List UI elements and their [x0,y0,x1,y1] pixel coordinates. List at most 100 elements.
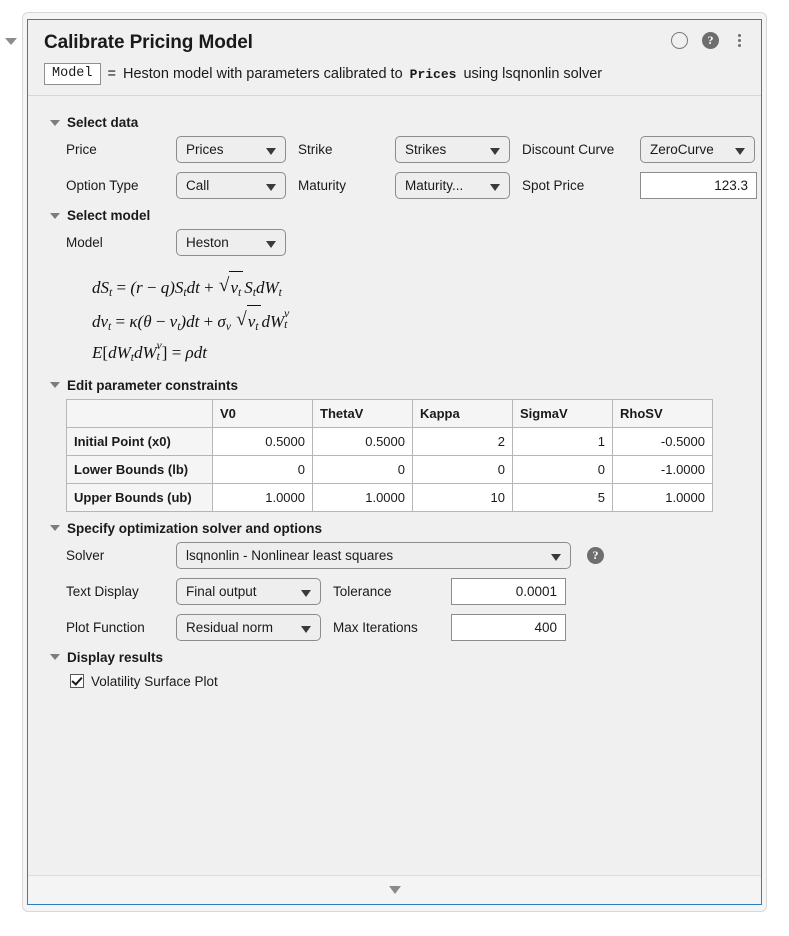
max-iterations-input[interactable]: 400 [451,613,566,641]
model-dropdown[interactable]: Heston [176,229,286,256]
help-icon[interactable]: ? [702,32,719,49]
eq1-sqrt-vsub: t [238,286,242,300]
cell-ub-kappa[interactable]: 10 [412,482,513,512]
volatility-surface-plot-checkbox-row[interactable]: Volatility Surface Plot [70,674,745,689]
tolerance-label: Tolerance [333,583,392,599]
eq1-d: d [92,278,101,297]
eq2-sigmasub: v [225,319,231,333]
eq1-q: q [160,278,170,297]
text-display-label: Text Display [66,583,139,599]
eq2-dWsub: t [284,318,288,332]
form-row-price: Price Prices Strike Strikes Discount Cur… [66,136,755,163]
column-header-rhosv: RhoSV [612,398,713,428]
eq2-sigma: σ [217,311,226,331]
output-variable-box[interactable]: Model [44,63,101,85]
summary-text-before: Heston model with parameters calibrated … [122,66,403,82]
panel-collapse-arrow[interactable] [5,38,19,52]
eq2-dW: dW [261,311,285,331]
solver-help-icon[interactable]: ? [587,546,604,564]
eq1-minus: − [146,278,157,297]
cell-ub-v0[interactable]: 1.0000 [212,482,313,512]
option-type-dropdown[interactable]: Call [176,172,286,199]
section-content-select-model: Model Heston dSt = (r − q)Stdt + vtStdWt [44,229,745,369]
circle-outline-icon[interactable] [671,32,688,49]
section-select-data: Select data Price Prices Strike Strikes … [44,115,757,199]
cell-ub-thetav[interactable]: 1.0000 [312,482,413,512]
calibrate-pricing-model-panel: Calibrate Pricing Model ? Model = Heston… [27,19,762,905]
cell-lb-v0[interactable]: 0 [212,454,313,484]
column-header-v0: V0 [212,398,313,428]
cell-lb-sigmav[interactable]: 0 [512,454,613,484]
eq3-rho: ρ [185,343,194,363]
table-header-row: V0 ThetaV Kappa SigmaV RhoSV [66,398,713,428]
section-solver-options: Specify optimization solver and options … [44,521,745,641]
eq3-equals: = [171,343,182,363]
eq1-sqrt-v: v [230,278,238,297]
row-header-initial-point: Initial Point (x0) [66,426,213,456]
form-row-model: Model Heston [66,229,745,256]
eq1-dW: dW [255,278,279,297]
plot-function-label: Plot Function [66,619,145,635]
eq1-plus: + [204,278,214,297]
panel-expand-footer[interactable] [28,875,761,904]
section-header-select-data[interactable]: Select data [50,115,745,130]
summary-text-after: using lsqnonlin solver [463,66,603,82]
section-header-display-results[interactable]: Display results [50,650,745,665]
panel-header: Calibrate Pricing Model ? Model = Heston… [28,20,761,96]
section-header-solver-options[interactable]: Specify optimization solver and options [50,521,745,536]
checkbox-icon[interactable] [70,674,84,689]
chevron-down-icon [5,38,17,45]
cell-x0-kappa[interactable]: 2 [412,426,513,456]
eq2-minus: − [155,311,166,331]
cell-lb-thetav[interactable]: 0 [312,454,413,484]
eq3-dt: dt [193,343,207,363]
column-header-thetav: ThetaV [312,398,413,428]
summary-mono-term: Prices [409,66,457,82]
kebab-menu-icon[interactable] [733,32,745,49]
cell-x0-rhosv[interactable]: -0.5000 [612,426,713,456]
parameter-constraints-table: V0 ThetaV Kappa SigmaV RhoSV Initial Poi… [66,398,713,512]
section-header-select-model[interactable]: Select model [50,208,745,223]
eq1-sub: t [109,286,113,300]
cell-lb-kappa[interactable]: 0 [412,454,513,484]
plot-function-dropdown[interactable]: Residual norm [176,613,321,641]
eq1-dt: dt [186,278,200,297]
form-row-plot-function: Plot Function Residual norm Max Iteratio… [66,613,745,641]
maturity-dropdown[interactable]: Maturity... [395,172,510,199]
section-content-select-data: Price Prices Strike Strikes Discount Cur… [44,136,757,199]
row-header-upper-bounds: Upper Bounds (ub) [66,482,213,512]
cell-ub-sigmav[interactable]: 5 [512,482,613,512]
strike-dropdown[interactable]: Strikes [395,136,510,163]
solver-dropdown[interactable]: lsqnonlin - Nonlinear least squares [176,541,571,569]
table-row: Upper Bounds (ub) 1.0000 1.0000 10 5 1.0… [66,482,713,512]
equals-sign: = [107,66,116,82]
eq2-dvsub: t [108,319,112,333]
equation-3: E[dWtdW v t] = ρdt [92,337,745,369]
text-display-dropdown[interactable]: Final output [176,577,321,605]
price-dropdown[interactable]: Prices [176,136,286,163]
model-label: Model [66,235,103,250]
discount-curve-dropdown[interactable]: ZeroCurve [640,136,755,163]
eq2-equals: = [115,311,126,331]
section-title-parameter-constraints: Edit parameter constraints [67,377,239,393]
column-header-sigmav: SigmaV [512,398,613,428]
cell-ub-rhosv[interactable]: 1.0000 [612,482,713,512]
eq1-sqrt: vt [219,268,244,304]
spot-price-input[interactable]: 123.3 [640,172,757,199]
form-row-solver: Solver lsqnonlin - Nonlinear least squar… [66,541,745,569]
cell-lb-rhosv[interactable]: -1.0000 [612,454,713,484]
price-label: Price [66,142,97,157]
eq3-dW2: dW [133,343,157,363]
strike-label: Strike [298,142,333,157]
cell-x0-v0[interactable]: 0.5000 [212,426,313,456]
cell-x0-sigmav[interactable]: 1 [512,426,613,456]
eq2-dv: dv [92,311,109,331]
row-header-lower-bounds: Lower Bounds (lb) [66,454,213,484]
option-type-label: Option Type [66,178,139,193]
eq1-equals: = [116,278,127,297]
cell-x0-thetav[interactable]: 0.5000 [312,426,413,456]
header-icon-group: ? [671,32,745,49]
section-header-parameter-constraints[interactable]: Edit parameter constraints [50,378,745,393]
tolerance-input[interactable]: 0.0001 [451,577,566,605]
eq3-dW1: dW [108,343,131,363]
